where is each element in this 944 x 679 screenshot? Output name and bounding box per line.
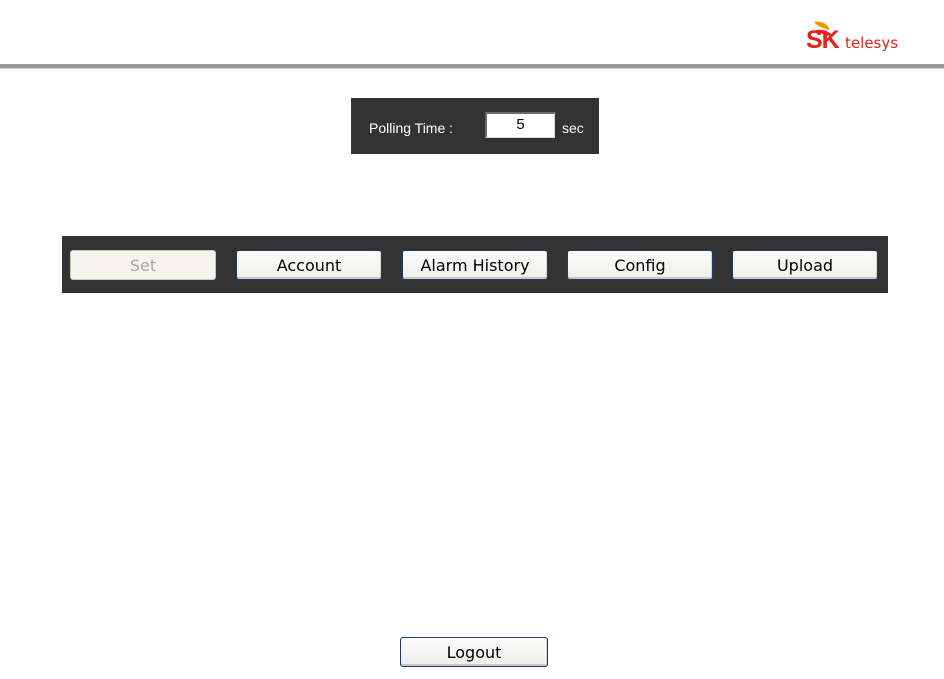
action-button-bar: Set Account Alarm History Config Upload [62, 236, 888, 293]
logout-button[interactable]: Logout [400, 637, 548, 667]
page: SK telesys Polling Time : sec Set Accoun… [0, 0, 944, 679]
polling-time-label: Polling Time : [369, 120, 454, 136]
account-button[interactable]: Account [236, 250, 382, 280]
polling-time-unit: sec [562, 120, 584, 136]
polling-time-input[interactable] [485, 112, 555, 138]
upload-button[interactable]: Upload [732, 250, 878, 280]
header-divider [0, 64, 944, 69]
logo-company-text: telesys [845, 34, 899, 52]
logo-brand-text: SK [806, 26, 840, 54]
alarm-history-button[interactable]: Alarm History [402, 250, 548, 280]
polling-time-panel: Polling Time : sec [351, 98, 599, 154]
set-button[interactable]: Set [70, 250, 216, 280]
config-button[interactable]: Config [567, 250, 713, 280]
sk-telesys-logo: SK telesys [800, 20, 910, 56]
